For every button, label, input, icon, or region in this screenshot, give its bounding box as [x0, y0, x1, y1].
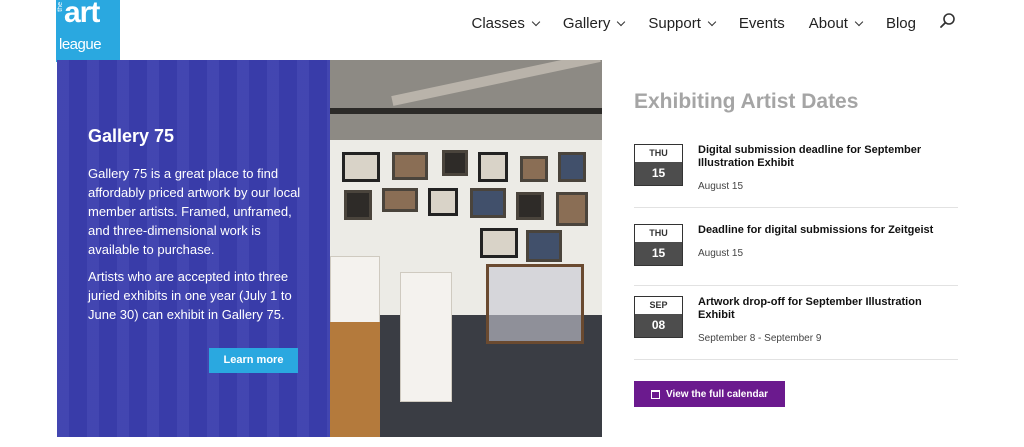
- chevron-down-icon: [854, 17, 864, 26]
- artwork-frame: [520, 156, 548, 182]
- event-date: August 15: [698, 181, 744, 192]
- chevron-down-icon: [531, 17, 541, 26]
- artwork-frame: [428, 188, 458, 216]
- chevron-down-icon: [617, 17, 626, 26]
- art-league-logo[interactable]: the art league: [56, 0, 120, 62]
- date-day: 15: [635, 162, 682, 185]
- date-day: 08: [635, 314, 682, 337]
- event-item[interactable]: SEP 08 Artwork drop-off for September Il…: [634, 296, 958, 360]
- nav-item-blog[interactable]: Blog: [886, 15, 916, 32]
- date-dow: THU: [635, 145, 682, 162]
- artwork-frame: [558, 152, 586, 182]
- logo-art: art: [64, 0, 100, 29]
- main-nav: Classes Gallery Support Events About Blo…: [447, 12, 916, 34]
- date-badge: THU 15: [634, 224, 683, 266]
- nav-item-classes[interactable]: Classes: [471, 14, 541, 32]
- date-dow: SEP: [635, 297, 682, 314]
- event-date: September 8 - September 9: [698, 333, 822, 344]
- gallery-eligibility: Artists who are accepted into three juri…: [88, 269, 292, 322]
- events-heading: Exhibiting Artist Dates: [634, 90, 859, 113]
- nav-label: Classes: [471, 14, 525, 32]
- light-track: [330, 108, 602, 114]
- artwork-frame: [382, 188, 418, 212]
- calendar-button-label: View the full calendar: [665, 388, 769, 400]
- nav-label: Support: [648, 14, 701, 32]
- print-rack: [486, 264, 584, 344]
- ceiling: [330, 60, 602, 140]
- nav-item-about[interactable]: About: [808, 14, 864, 32]
- date-dow: THU: [635, 225, 682, 242]
- gallery-photo: [330, 60, 602, 437]
- event-title[interactable]: Digital submission deadline for Septembe…: [698, 144, 958, 170]
- date-badge: THU 15: [634, 144, 683, 186]
- event-item[interactable]: THU 15 Deadline for digital submissions …: [634, 224, 958, 286]
- event-item[interactable]: THU 15 Digital submission deadline for S…: [634, 144, 958, 208]
- nav-label: Events: [738, 14, 785, 32]
- artwork-frame: [442, 150, 468, 176]
- artwork-frame: [556, 192, 588, 226]
- search-icon[interactable]: [939, 12, 957, 30]
- gallery-info-panel: Gallery 75 Gallery 75 is a great place t…: [57, 60, 330, 437]
- nav-item-support[interactable]: Support: [648, 14, 717, 32]
- chevron-down-icon: [707, 17, 717, 26]
- learn-more-button[interactable]: Learn more: [209, 348, 298, 373]
- nav-label: Blog: [885, 14, 916, 32]
- artwork-frame: [480, 228, 518, 258]
- page: the art league Classes Gallery Support E…: [0, 0, 1024, 447]
- artwork-frame: [342, 152, 380, 182]
- logo-league: league: [59, 36, 102, 53]
- wood-cabinet: [330, 322, 380, 437]
- nav-label: Gallery: [562, 14, 611, 32]
- artwork-frame: [526, 230, 562, 262]
- artwork-frame: [392, 152, 428, 180]
- event-title[interactable]: Artwork drop-off for September Illustrat…: [698, 296, 958, 322]
- gallery-title: Gallery 75: [88, 126, 175, 146]
- artwork-frame: [344, 190, 372, 220]
- artwork-frame: [478, 152, 508, 182]
- nav-label: About: [808, 14, 848, 32]
- event-title[interactable]: Deadline for digital submissions for Zei…: [698, 224, 958, 237]
- view-calendar-button[interactable]: View the full calendar: [634, 381, 785, 407]
- artwork-frame: [516, 192, 544, 220]
- nav-item-events[interactable]: Events: [739, 15, 785, 32]
- event-date: August 15: [698, 248, 744, 259]
- artwork-frame: [470, 188, 506, 218]
- calendar-icon: [650, 389, 660, 399]
- pedestal: [400, 272, 452, 402]
- nav-item-gallery[interactable]: Gallery: [562, 14, 626, 32]
- date-badge: SEP 08: [634, 296, 683, 338]
- gallery-hero: Gallery 75 Gallery 75 is a great place t…: [57, 60, 602, 437]
- gallery-description: Gallery 75 is a great place to find affo…: [88, 166, 301, 257]
- date-day: 15: [635, 242, 682, 265]
